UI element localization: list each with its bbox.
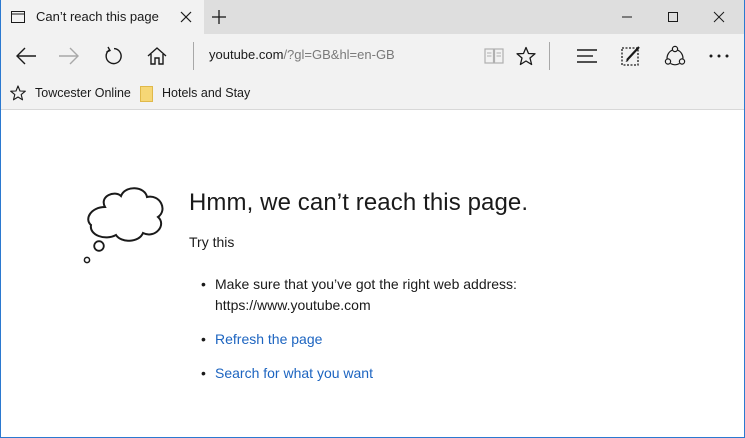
minimize-button[interactable] [604, 0, 650, 34]
hub-lines-icon [577, 49, 597, 63]
share-button[interactable] [653, 34, 697, 78]
suggestions-list: Make sure that you’ve got the right web … [201, 274, 517, 397]
hub-button[interactable] [565, 34, 609, 78]
maximize-icon [668, 12, 678, 22]
add-favorite-button[interactable] [513, 44, 539, 68]
refresh-button[interactable] [91, 34, 135, 78]
tools-separator [549, 42, 550, 70]
address-separator [193, 42, 194, 70]
web-note-button[interactable] [609, 34, 653, 78]
refresh-page-link[interactable]: Refresh the page [215, 331, 322, 347]
home-button[interactable] [135, 34, 179, 78]
close-icon[interactable] [179, 10, 193, 24]
list-item: Search for what you want [201, 363, 517, 384]
forward-arrow-icon [59, 47, 79, 65]
error-heading: Hmm, we can’t reach this page. [189, 189, 529, 216]
close-icon [713, 11, 725, 23]
thought-cloud-icon [83, 187, 164, 264]
tab-active[interactable]: Can’t reach this page [1, 0, 204, 34]
address-query: /?gl=GB&hl=en-GB [283, 47, 395, 62]
address-domain: youtube.com [209, 47, 284, 62]
favorites-bar: Towcester Online Hotels and Stay [1, 78, 744, 110]
search-link[interactable]: Search for what you want [215, 365, 373, 381]
navigation-bar: youtube.com/?gl=GB&hl=en-GB [1, 34, 744, 78]
share-icon [664, 45, 686, 66]
try-this-label: Try this [189, 234, 235, 250]
tab-bar: Can’t reach this page [1, 0, 744, 34]
folder-icon [140, 86, 153, 102]
book-icon [484, 48, 504, 64]
favorite-hotels-and-stay[interactable]: Hotels and Stay [162, 86, 250, 100]
favorite-towcester-online[interactable]: Towcester Online [35, 86, 131, 100]
back-arrow-icon [16, 47, 36, 65]
maximize-button[interactable] [650, 0, 696, 34]
more-dots-icon [709, 54, 729, 58]
list-item: Refresh the page [201, 329, 517, 350]
list-item: Make sure that you’ve got the right web … [201, 274, 517, 316]
reading-view-button[interactable] [481, 44, 507, 68]
web-note-icon [621, 46, 640, 66]
back-button[interactable] [4, 34, 48, 78]
browser-window: Can’t reach this page youtube.com/?gl=GB… [0, 0, 745, 438]
suggestion-check-address: Make sure that you’ve got the right web … [215, 276, 517, 292]
tab-title: Can’t reach this page [36, 9, 159, 24]
page-icon [11, 11, 25, 23]
error-page: Hmm, we can’t reach this page. Try this … [1, 111, 744, 437]
suggested-url: https://www.youtube.com [215, 297, 371, 313]
refresh-icon [105, 46, 122, 65]
window-close-button[interactable] [696, 0, 742, 34]
star-icon [516, 46, 536, 66]
forward-button[interactable] [47, 34, 91, 78]
minimize-icon [622, 16, 632, 18]
plus-icon[interactable] [211, 9, 227, 25]
address-bar[interactable]: youtube.com/?gl=GB&hl=en-GB [209, 47, 395, 62]
favorites-star-icon[interactable] [10, 85, 26, 101]
more-button[interactable] [697, 34, 741, 78]
home-icon [147, 47, 167, 65]
